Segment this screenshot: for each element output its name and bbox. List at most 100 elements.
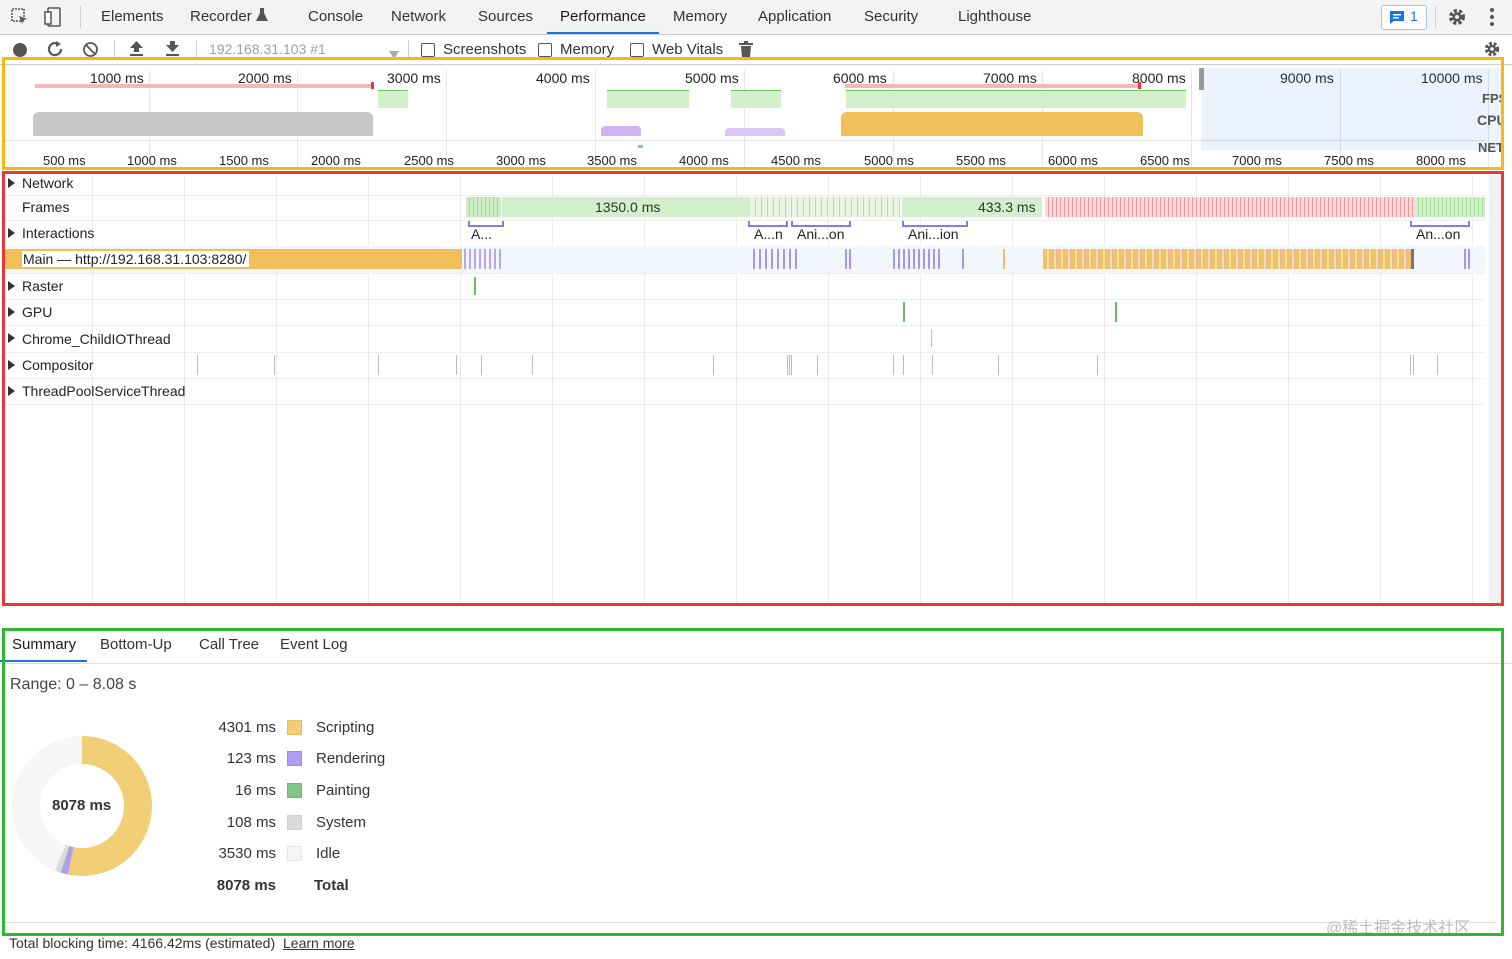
web-vitals-checkbox[interactable]	[630, 43, 644, 57]
expand-arrow-icon[interactable]	[8, 178, 15, 188]
tab-console[interactable]: Console	[308, 0, 363, 34]
tab-bottom-up[interactable]: Bottom-Up	[100, 636, 172, 653]
compositor-task	[197, 355, 198, 375]
track-network[interactable]: Network	[5, 175, 1485, 196]
legend-swatch	[287, 846, 302, 861]
net-marker	[638, 145, 643, 148]
track-frames-label: Frames	[22, 199, 70, 215]
message-icon	[1390, 11, 1404, 29]
download-icon[interactable]	[165, 40, 180, 62]
cpu-activity	[725, 128, 785, 136]
trash-icon[interactable]	[739, 41, 753, 62]
legend-value: 4301 ms	[218, 719, 276, 736]
track-interactions[interactable]: Interactions A... A...n Ani...on Ani...i…	[5, 220, 1485, 247]
ruler-tick: 4000 ms	[679, 153, 729, 168]
gpu-task	[1115, 302, 1117, 322]
footer-bar: Total blocking time: 4166.42ms (estimate…	[9, 935, 355, 951]
track-threadpool[interactable]: ThreadPoolServiceThread	[5, 378, 1485, 405]
track-gpu[interactable]: GPU	[5, 299, 1485, 326]
tab-sources[interactable]: Sources	[478, 0, 533, 34]
expand-arrow-icon[interactable]	[8, 360, 15, 370]
expand-arrow-icon[interactable]	[8, 281, 15, 291]
tracks-scrollbar[interactable]	[1489, 175, 1501, 604]
interaction-label[interactable]: A...	[471, 226, 492, 242]
screenshots-checkbox[interactable]	[421, 43, 435, 57]
track-raster-label: Raster	[22, 278, 64, 294]
interaction-label[interactable]: A...n	[754, 226, 783, 242]
long-task-bar	[1138, 82, 1141, 89]
tab-summary[interactable]: Summary	[12, 636, 76, 653]
tab-event-log[interactable]: Event Log	[280, 636, 348, 653]
ruler-tick: 2500 ms	[404, 153, 454, 168]
legend-total: 8078 ms Total	[200, 877, 420, 897]
fps-label: FPS	[1482, 91, 1502, 106]
compositor-task	[787, 355, 793, 375]
tab-performance[interactable]: Performance	[547, 0, 659, 34]
track-interactions-label: Interactions	[22, 225, 95, 241]
upload-icon[interactable]	[129, 40, 144, 62]
flask-icon	[256, 8, 268, 27]
compositor-tasks	[197, 355, 1497, 375]
main-activity	[1003, 249, 1005, 269]
expand-arrow-icon[interactable]	[8, 386, 15, 396]
legend-name: Idle	[316, 845, 341, 862]
interaction-label[interactable]: An...on	[1416, 226, 1460, 242]
cpu-idle-area	[33, 112, 373, 136]
compositor-task	[932, 355, 933, 375]
tab-lighthouse[interactable]: Lighthouse	[958, 0, 1031, 34]
expand-arrow-icon[interactable]	[8, 333, 15, 343]
memory-checkbox[interactable]	[538, 43, 552, 57]
track-main-label: Main — http://192.168.31.103:8280/	[22, 251, 250, 267]
tab-security[interactable]: Security	[864, 0, 918, 34]
ruler-tick: 6500 ms	[1140, 153, 1190, 168]
main-activity	[464, 249, 504, 269]
track-main[interactable]: Main — http://192.168.31.103:8280/	[5, 246, 1485, 274]
record-button[interactable]	[13, 43, 27, 57]
legend-swatch	[287, 720, 302, 735]
settings-gear-icon[interactable]	[1447, 7, 1467, 32]
tab-memory[interactable]: Memory	[673, 0, 727, 34]
track-compositor[interactable]: Compositor	[5, 352, 1497, 379]
main-activity	[1411, 249, 1414, 269]
ruler-tick: 7500 ms	[1324, 153, 1374, 168]
tab-network[interactable]: Network	[391, 0, 446, 34]
ruler-tick: 1500 ms	[219, 153, 269, 168]
frame-duration: 1350.0 ms	[595, 199, 661, 215]
fps-bar	[607, 90, 689, 108]
selection-overlay	[1201, 68, 1502, 150]
flame-chart[interactable]: Network Frames 1350.0 ms 433.3 ms Intera…	[5, 175, 1502, 604]
frame-duration: 433.3 ms	[978, 199, 1036, 215]
ruler-tick: 3000 ms	[496, 153, 546, 168]
main-activity	[753, 249, 801, 269]
track-frames[interactable]: Frames 1350.0 ms 433.3 ms	[5, 195, 1485, 221]
recording-select[interactable]: 192.168.31.103 #1	[209, 41, 326, 57]
net-label: NET	[1478, 140, 1502, 155]
expand-arrow-icon[interactable]	[8, 228, 15, 238]
tab-elements[interactable]: Elements	[101, 0, 164, 34]
ruler-tick: 6000 ms	[1048, 153, 1098, 168]
timeline-overview[interactable]: 1000 ms 2000 ms 3000 ms 4000 ms 5000 ms …	[5, 60, 1502, 168]
cpu-label: CPU	[1477, 112, 1502, 128]
legend-name: Scripting	[316, 719, 375, 736]
legend-value: 3530 ms	[218, 845, 276, 862]
track-raster[interactable]: Raster	[5, 273, 1485, 300]
more-options-icon[interactable]	[1489, 7, 1495, 32]
selection-handle[interactable]	[1199, 68, 1204, 90]
interaction-label[interactable]: Ani...on	[797, 226, 844, 242]
expand-arrow-icon[interactable]	[8, 307, 15, 317]
ruler-tick: 5500 ms	[956, 153, 1006, 168]
legend-name: System	[316, 814, 367, 831]
learn-more-link[interactable]: Learn more	[283, 935, 355, 951]
tab-call-tree[interactable]: Call Tree	[199, 636, 259, 653]
track-childio[interactable]: Chrome_ChildIOThread	[5, 325, 1485, 353]
tab-application[interactable]: Application	[758, 0, 831, 34]
issues-badge[interactable]: 1	[1381, 5, 1427, 30]
donut-total: 8078 ms	[52, 797, 112, 814]
device-toolbar-icon[interactable]	[44, 6, 64, 33]
ruler-tick: 3500 ms	[587, 153, 637, 168]
interaction-label[interactable]: Ani...ion	[908, 226, 959, 242]
ruler-tick: 2000 ms	[311, 153, 361, 168]
frames-strip	[1415, 197, 1485, 217]
inspect-element-icon[interactable]	[10, 7, 30, 32]
tab-recorder[interactable]: Recorder	[190, 0, 252, 34]
